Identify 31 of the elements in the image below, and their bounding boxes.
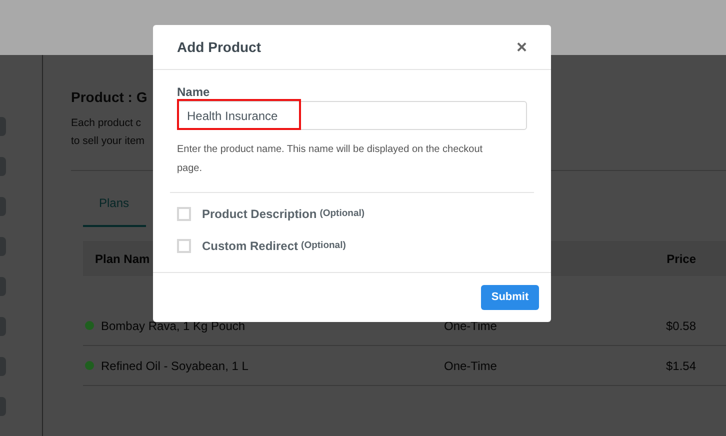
sidebar-item[interactable]	[0, 357, 6, 376]
checkbox[interactable]	[177, 239, 191, 253]
price: $1.54	[666, 358, 696, 374]
billing-type: One-Time	[444, 318, 498, 334]
plan-name: Refined Oil - Soyabean, 1 L	[101, 358, 250, 374]
field-label: Name	[177, 84, 211, 100]
page-description: Each product c	[71, 116, 142, 131]
page-description: to sell your item	[71, 134, 145, 149]
sidebar-item[interactable]	[0, 197, 6, 216]
column-header: Price	[666, 250, 696, 268]
plan-name: Bombay Rava, 1 Kg Pouch	[101, 318, 246, 334]
sidebar-item[interactable]	[0, 397, 6, 416]
optional-note: (Optional)	[320, 206, 365, 221]
column-header: Plan Nam	[95, 250, 150, 268]
submit-button[interactable]: Submit	[481, 285, 539, 310]
option-label[interactable]: Product Description	[202, 205, 317, 223]
page-heading: Product : G	[71, 88, 148, 107]
close-button[interactable]: ×	[516, 38, 527, 56]
sidebar-item[interactable]	[0, 317, 6, 336]
sidebar-item[interactable]	[0, 117, 6, 136]
price: $0.58	[666, 318, 696, 334]
sidebar-item[interactable]	[0, 157, 6, 176]
sidebar-item[interactable]	[0, 237, 6, 256]
optional-note: (Optional)	[301, 238, 346, 253]
option-label[interactable]: Custom Redirect	[202, 237, 298, 255]
checkbox[interactable]	[177, 207, 191, 221]
sidebar-item[interactable]	[0, 277, 6, 296]
dialog-title: Add Product	[177, 38, 261, 56]
name-field[interactable]: Health Insurance	[177, 101, 527, 130]
help-text: Enter the product name. This name will be displayed on the checkout page.	[177, 143, 484, 176]
billing-type: One-Time	[444, 358, 498, 374]
